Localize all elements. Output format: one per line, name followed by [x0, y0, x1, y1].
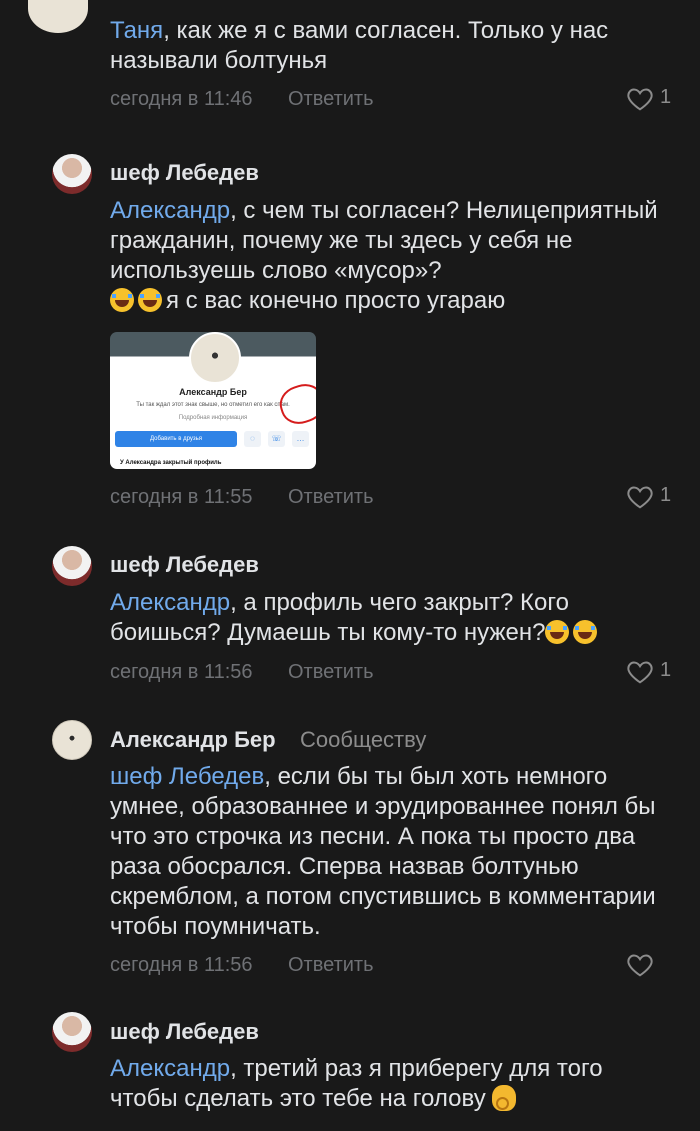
comment-3: шеф Лебедев Александр, а профиль чего за… — [0, 540, 700, 690]
avatar[interactable] — [52, 1012, 92, 1052]
comment-4: Александр Бер Сообществу шеф Лебедев, ес… — [0, 718, 700, 988]
like-button[interactable] — [627, 953, 672, 979]
private-profile-text: У Александра закрытый профиль — [120, 460, 222, 466]
reply-button[interactable]: Ответить — [288, 954, 374, 977]
heart-icon — [627, 486, 653, 509]
profile-avatar — [189, 332, 241, 384]
like-button[interactable]: 1 — [627, 659, 672, 686]
mention-link[interactable]: Александр — [110, 589, 230, 616]
phone-icon: ☏ — [268, 431, 285, 447]
comment-2: шеф Лебедев Александр, с чем ты согласен… — [0, 150, 700, 520]
laughing-emoji-icon — [138, 288, 162, 312]
avatar[interactable] — [28, 0, 88, 33]
reply-button[interactable]: Ответить — [288, 88, 374, 111]
comment-text: Александр, с чем ты согласен? Нелицеприя… — [110, 197, 658, 314]
more-icon: … — [292, 431, 309, 447]
heart-icon — [627, 661, 653, 684]
mention-link[interactable]: шеф Лебедев — [110, 763, 264, 790]
comments-feed: Таня, как же я с вами согласен. Только у… — [0, 0, 700, 1131]
reply-button[interactable]: Ответить — [288, 661, 374, 684]
author-name[interactable]: Александр Бер — [110, 727, 276, 753]
avatar[interactable] — [52, 720, 92, 760]
add-friend-button: Добавить в друзья — [115, 431, 237, 447]
avatar[interactable] — [52, 154, 92, 194]
timestamp: сегодня в 11:56 — [110, 661, 253, 683]
mention-link[interactable]: Александр — [110, 1055, 230, 1082]
ok-hand-emoji-icon — [492, 1085, 517, 1111]
comment-5: шеф Лебедев Александр, третий раз я приб… — [0, 1010, 700, 1131]
like-count: 1 — [660, 484, 672, 506]
reply-button[interactable]: Ответить — [288, 486, 374, 509]
comment-text: Александр, а профиль чего закрыт? Кого б… — [110, 588, 670, 648]
mention-link[interactable]: Таня — [110, 17, 163, 44]
heart-icon — [627, 954, 653, 977]
message-icon: ◌ — [244, 431, 261, 447]
laughing-emoji-icon — [110, 288, 134, 312]
author-context: Сообществу — [300, 727, 427, 752]
author-name[interactable]: шеф Лебедев — [110, 160, 259, 186]
like-button[interactable]: 1 — [627, 484, 672, 511]
mention-link[interactable]: Александр — [110, 197, 230, 224]
laughing-emoji-icon — [573, 620, 598, 644]
timestamp: сегодня в 11:46 — [110, 88, 253, 110]
comment-text: шеф Лебедев, если бы ты был хоть немного… — [110, 763, 656, 940]
laughing-emoji-icon — [545, 620, 570, 644]
comment-text: Таня, как же я с вами согласен. Только у… — [110, 17, 609, 74]
avatar[interactable] — [52, 546, 92, 586]
like-button[interactable]: 1 — [627, 86, 672, 113]
author-name[interactable]: шеф Лебедев — [110, 552, 259, 578]
comment-text: Александр, третий раз я приберегу для то… — [110, 1055, 603, 1112]
timestamp: сегодня в 11:55 — [110, 486, 253, 508]
attached-profile-image[interactable]: Александр Бер Ты так ждал этот знак свыш… — [110, 332, 316, 469]
like-count: 1 — [660, 659, 672, 681]
timestamp: сегодня в 11:56 — [110, 954, 253, 976]
heart-icon — [627, 88, 653, 111]
like-count: 1 — [660, 86, 672, 108]
author-name[interactable]: шеф Лебедев — [110, 1019, 259, 1045]
comment-1: Таня, как же я с вами согласен. Только у… — [0, 0, 700, 118]
